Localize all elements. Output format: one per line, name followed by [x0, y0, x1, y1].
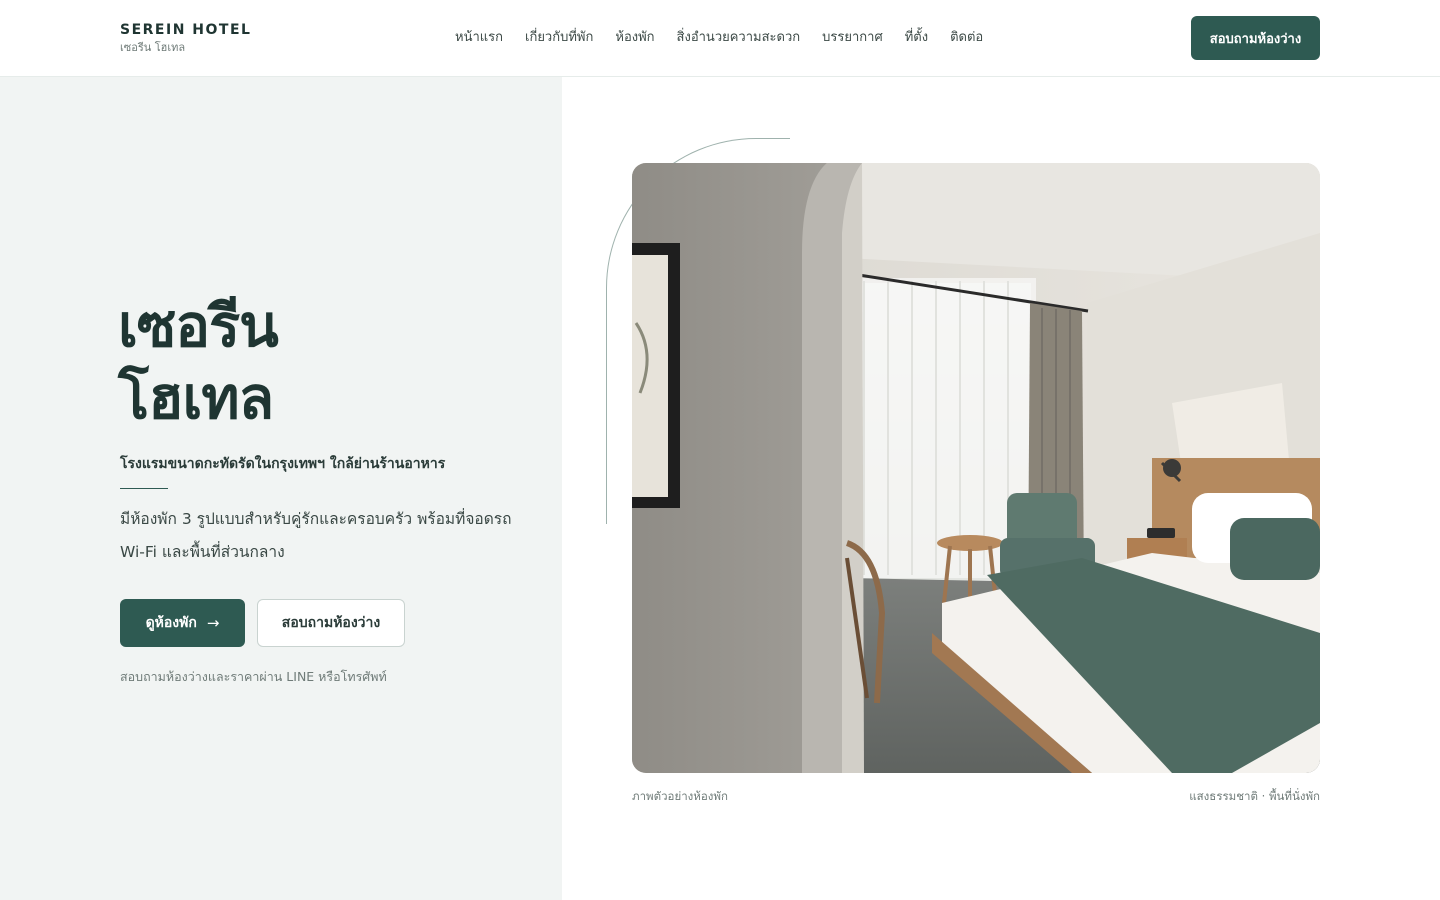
hero-tagline: โรงแรมขนาดกะทัดรัดในกรุงเทพฯ ใกล้ย่านร้า… [120, 456, 446, 472]
view-rooms-button[interactable]: ดูห้องพัก → [120, 599, 245, 647]
arrow-right-icon: → [206, 614, 220, 632]
room-illustration [632, 163, 1320, 773]
nav-item-about[interactable]: เกี่ยวกับที่พัก [525, 28, 593, 48]
contact-note: สอบถามห้องว่างและราคาผ่าน LINE หรือโทรศั… [120, 669, 387, 684]
check-availability-button[interactable]: สอบถามห้องว่าง [257, 599, 405, 647]
nav-item-home[interactable]: หน้าแรก [455, 28, 503, 48]
hero-description: มีห้องพัก 3 รูปแบบสำหรับคู่รักและครอบครั… [120, 503, 550, 569]
header-availability-button[interactable]: สอบถามห้องว่าง [1191, 16, 1320, 60]
room-photo [632, 163, 1320, 773]
brand-subtitle: เซอรีน โฮเทล [120, 41, 186, 54]
hero-description-line-2: Wi-Fi และพื้นที่ส่วนกลาง [120, 543, 285, 561]
site-header: SEREIN HOTEL เซอรีน โฮเทล หน้าแรก เกี่ยว… [0, 0, 1440, 77]
nav-item-rooms[interactable]: ห้องพัก [615, 28, 654, 48]
hero-divider [120, 488, 168, 489]
photo-caption-right: แสงธรรมชาติ · พื้นที่นั่งพัก [1189, 789, 1320, 803]
brand-logo[interactable]: SEREIN HOTEL เซอรีน โฮเทล [120, 21, 251, 55]
hero-title-line-1: เซอรีน [118, 292, 279, 360]
hero-title-line-2: โฮเทล [118, 364, 274, 432]
view-rooms-label: ดูห้องพัก [145, 615, 197, 631]
photo-caption-left: ภาพตัวอย่างห้องพัก [632, 789, 728, 803]
nav-item-facilities[interactable]: สิ่งอำนวยความสะดวก [677, 28, 801, 48]
hero-description-line-1: มีห้องพัก 3 รูปแบบสำหรับคู่รักและครอบครั… [120, 510, 512, 528]
main-nav: หน้าแรก เกี่ยวกับที่พัก ห้องพัก สิ่งอำนว… [455, 28, 983, 48]
hero-panel [0, 77, 562, 900]
nav-item-contact[interactable]: ติดต่อ [950, 28, 983, 48]
nav-item-atmosphere[interactable]: บรรยากาศ [822, 28, 883, 48]
hero-title: เซอรีน โฮเทล [118, 290, 279, 434]
brand-name: SEREIN HOTEL [120, 22, 252, 38]
nav-item-location[interactable]: ที่ตั้ง [905, 28, 928, 48]
